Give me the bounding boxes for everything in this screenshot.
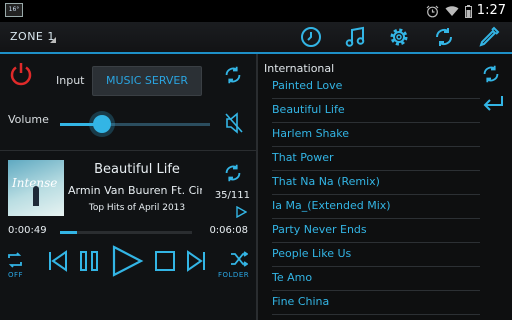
action-bar: ZONE 1: [0, 22, 512, 54]
list-item[interactable]: That Na Na (Remix): [272, 170, 480, 195]
folder-label: FOLDER: [218, 271, 250, 279]
list-item[interactable]: Party Never Ends: [272, 218, 480, 243]
pause-icon[interactable]: [78, 250, 100, 272]
power-icon[interactable]: [8, 61, 34, 87]
control-panel: Input MUSIC SERVER Volume Intense Beauti…: [0, 54, 256, 320]
shuffle-icon[interactable]: [230, 251, 248, 267]
input-label: Input: [56, 74, 85, 87]
stop-icon[interactable]: [154, 250, 176, 272]
play-icon[interactable]: [110, 244, 144, 278]
list-item[interactable]: Te Amo: [272, 266, 480, 291]
progress-fill: [60, 231, 78, 234]
previous-icon[interactable]: [48, 250, 68, 272]
list-item[interactable]: That Power: [272, 146, 480, 171]
album-art: Intense: [8, 160, 64, 216]
zone-selector[interactable]: ZONE 1: [10, 30, 55, 43]
refresh-icon[interactable]: [222, 64, 244, 86]
volume-label: Volume: [8, 113, 49, 126]
play-small-icon[interactable]: [235, 206, 247, 218]
volume-knob[interactable]: [93, 115, 111, 133]
status-icons: [426, 3, 472, 19]
playlist-panel: International Painted Love Beautiful Lif…: [258, 54, 512, 320]
gear-icon[interactable]: [387, 25, 411, 49]
track-title: Beautiful Life: [94, 162, 180, 177]
track-refresh-icon[interactable]: [222, 162, 244, 184]
battery-icon: [465, 4, 472, 18]
wifi-icon: [445, 6, 459, 16]
elapsed-time: 0:00:49: [8, 225, 47, 236]
list-item[interactable]: Ia Ma_(Extended Mix): [272, 194, 480, 219]
playlist-refresh-icon[interactable]: [480, 63, 502, 85]
list-item[interactable]: Harlem Shake: [272, 122, 480, 147]
status-time: 1:27: [476, 3, 506, 18]
duration-time: 0:06:08: [209, 225, 248, 236]
list-item[interactable]: Fine China: [272, 290, 480, 315]
list-item[interactable]: Beautiful Life: [272, 98, 480, 123]
progress-track[interactable]: [60, 231, 192, 234]
track-artist: Armin Van Buuren Ft. Cindy: [68, 184, 202, 197]
music-server-button[interactable]: MUSIC SERVER: [92, 66, 202, 96]
list-item[interactable]: People Like Us: [272, 242, 480, 267]
sync-icon[interactable]: [432, 25, 456, 49]
list-item[interactable]: Painted Love: [272, 74, 480, 99]
clock-icon[interactable]: [299, 25, 323, 49]
next-icon[interactable]: [186, 250, 206, 272]
speaker-mute-icon[interactable]: [224, 112, 244, 134]
status-bar: 16° 1:27: [0, 0, 512, 22]
album-art-figure: [33, 186, 39, 206]
notification-icon: 16°: [5, 3, 23, 17]
repeat-icon[interactable]: [7, 252, 23, 268]
music-note-icon[interactable]: [343, 25, 367, 49]
dropdown-corner-icon: [50, 37, 56, 43]
track-position: 35/111: [214, 190, 250, 201]
pen-icon[interactable]: [477, 25, 501, 49]
section-divider: [0, 150, 256, 151]
back-icon[interactable]: [482, 94, 504, 112]
alarm-icon: [426, 5, 439, 17]
repeat-label: OFF: [8, 271, 24, 279]
track-album: Top Hits of April 2013: [88, 203, 186, 213]
